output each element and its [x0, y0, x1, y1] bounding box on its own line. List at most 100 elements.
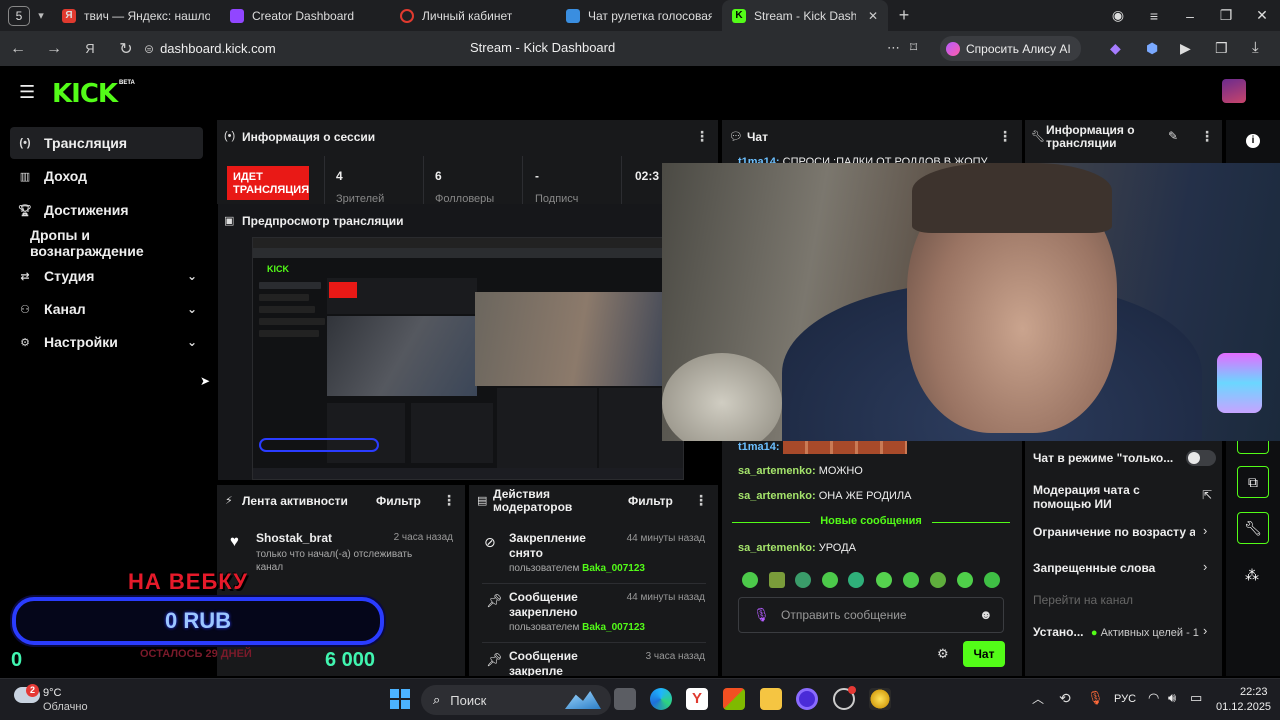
sidebar-item-achievements[interactable]: 🏆︎ Достижения: [10, 194, 203, 226]
more-options-icon[interactable]: ⋮: [695, 128, 709, 145]
browser-tab-active[interactable]: K Stream - Kick Dashboar ✕: [722, 0, 888, 31]
sidebar-item-drops[interactable]: Дропы и вознаграждение: [10, 227, 203, 259]
game-icon[interactable]: ◆: [1110, 40, 1121, 57]
tray-chevron-icon[interactable]: ︿: [1032, 690, 1044, 707]
back-icon[interactable]: ←: [0, 40, 36, 58]
reload-icon[interactable]: ↻: [108, 39, 144, 59]
tab-list-chevron-icon[interactable]: ▾: [30, 9, 52, 22]
banned-words-row[interactable]: Запрещенные слова: [1033, 561, 1155, 575]
minimize-icon[interactable]: –: [1172, 8, 1208, 24]
wifi-icon[interactable]: ◠: [1148, 690, 1159, 706]
emote-icon[interactable]: [876, 572, 892, 588]
yandex-browser-icon[interactable]: Y: [686, 688, 708, 710]
bookmark-icon[interactable]: ⌑: [910, 39, 917, 56]
emote-icon[interactable]: [984, 572, 1000, 588]
site-info-icon[interactable]: ⊜: [144, 42, 154, 56]
goals-row[interactable]: Устано... ● Активных целей - 1: [1033, 625, 1199, 639]
avatar[interactable]: [1222, 79, 1246, 103]
mod-filter-button[interactable]: Фильтр: [628, 494, 673, 508]
emote-icon[interactable]: [769, 572, 785, 588]
ask-alice-button[interactable]: Спросить Алису AI: [940, 36, 1081, 61]
layout-icon[interactable]: ⧉: [1237, 466, 1269, 498]
microphone-tray-icon[interactable]: 🎙︎: [1087, 690, 1104, 706]
ai-moderation-row[interactable]: Модерация чата с помощью ИИ: [1033, 483, 1183, 511]
weather-temp[interactable]: 9°C: [43, 687, 61, 699]
url-text[interactable]: dashboard.kick.com: [160, 41, 276, 56]
sidebar-item-studio[interactable]: ⇄ Студия ⌄: [10, 260, 203, 292]
info-icon[interactable]: i: [1246, 134, 1260, 148]
folder-icon[interactable]: [760, 688, 782, 710]
restore-icon[interactable]: ❐: [1208, 7, 1244, 24]
emote-icon[interactable]: [822, 572, 838, 588]
chat-username[interactable]: t1ma14:: [738, 441, 780, 453]
mod-user[interactable]: Baka_007123: [582, 563, 645, 574]
microphone-icon[interactable]: 🎙︎: [753, 607, 770, 623]
close-tab-icon[interactable]: ✕: [868, 9, 878, 23]
game-app-icon[interactable]: [869, 688, 891, 710]
go-to-channel-link[interactable]: Перейти на канал: [1033, 593, 1133, 607]
clock-date[interactable]: 01.12.2025: [1216, 701, 1271, 713]
chat-settings-icon[interactable]: ⚙: [937, 646, 949, 662]
sync-icon[interactable]: ⟲: [1059, 690, 1071, 707]
stream-preview-video[interactable]: KICK: [252, 237, 684, 480]
wrench-button-icon[interactable]: 🔧︎: [1237, 512, 1269, 544]
weather-text[interactable]: Облачно: [43, 701, 88, 713]
battery-icon[interactable]: ▭: [1190, 690, 1202, 706]
sidebar-item-channel[interactable]: ⚇ Канал ⌄: [10, 293, 203, 325]
external-link-icon[interactable]: ⇱: [1202, 488, 1212, 502]
taskbar-search[interactable]: ⌕ Поиск: [421, 685, 611, 715]
media-icon[interactable]: ▶: [1180, 40, 1191, 57]
chat-username[interactable]: sa_artemenko:: [738, 542, 816, 554]
emote-icon[interactable]: [795, 572, 811, 588]
age-restriction-row[interactable]: Ограничение по возрасту а: [1033, 525, 1195, 539]
tab-count-button[interactable]: 5: [8, 5, 30, 26]
hamburger-menu-icon[interactable]: ☰: [19, 82, 35, 103]
menu-icon[interactable]: ≡: [1136, 8, 1172, 24]
emote-icon[interactable]: [848, 572, 864, 588]
kick-logo[interactable]: KICK: [52, 79, 118, 109]
windows-start-icon[interactable]: [390, 689, 410, 709]
more-options-icon[interactable]: ⋮: [442, 492, 456, 509]
sidebar-item-broadcast[interactable]: (•) Трансляция: [10, 127, 203, 159]
collections-icon[interactable]: ❒: [1215, 40, 1228, 57]
clock-time[interactable]: 22:23: [1240, 686, 1268, 698]
volume-icon[interactable]: 🔊︎: [1168, 690, 1176, 706]
store-icon[interactable]: [723, 688, 745, 710]
emote-icon[interactable]: [930, 572, 946, 588]
chat-mode-row[interactable]: Чат в режиме "только...: [1033, 451, 1173, 465]
new-messages-divider[interactable]: Новые сообщения: [732, 515, 1010, 529]
yandex-home-icon[interactable]: Я: [72, 41, 108, 56]
sidebar-item-settings[interactable]: ⚙ Настройки ⌄: [10, 326, 203, 358]
more-options-icon[interactable]: ⋮: [694, 492, 708, 509]
shield-icon[interactable]: ⬢: [1146, 40, 1158, 57]
chat-username[interactable]: sa_artemenko:: [738, 490, 816, 502]
more-options-icon[interactable]: ⋮: [1200, 128, 1214, 145]
mod-user[interactable]: Baka_007123: [582, 622, 645, 633]
apps-icon[interactable]: ⁂: [1245, 567, 1259, 584]
more-icon[interactable]: ⋯: [887, 40, 900, 56]
language-indicator[interactable]: РУС: [1114, 693, 1136, 705]
activity-filter-button[interactable]: Фильтр: [376, 494, 421, 508]
activity-user[interactable]: Shostak_brat: [256, 531, 332, 545]
forward-icon[interactable]: →: [36, 40, 72, 58]
profile-icon[interactable]: ◉: [1100, 7, 1136, 24]
app-icon[interactable]: [796, 688, 818, 710]
browser-tab[interactable]: Личный кабинет: [390, 0, 556, 31]
edge-icon[interactable]: [650, 688, 672, 710]
browser-tab[interactable]: Чат рулетка голосовая —: [556, 0, 722, 31]
emote-icon[interactable]: [742, 572, 758, 588]
chat-mode-toggle[interactable]: [1186, 450, 1216, 466]
send-chat-button[interactable]: Чат: [963, 641, 1005, 667]
emote-icon[interactable]: [903, 572, 919, 588]
close-window-icon[interactable]: ✕: [1244, 7, 1280, 24]
task-view-icon[interactable]: [614, 688, 636, 710]
browser-tab[interactable]: Creator Dashboard: [220, 0, 390, 31]
emote-icon[interactable]: [957, 572, 973, 588]
download-icon[interactable]: ⤓: [1252, 39, 1259, 56]
more-options-icon[interactable]: ⋮: [998, 128, 1012, 145]
browser-tab[interactable]: Я твич — Яндекс: нашлось: [52, 0, 220, 31]
emoji-picker-icon[interactable]: ☻: [979, 607, 993, 622]
chat-input[interactable]: 🎙︎ Отправить сообщение ☻: [738, 597, 1004, 633]
chat-username[interactable]: sa_artemenko:: [738, 465, 816, 477]
edit-icon[interactable]: ✎: [1168, 129, 1178, 143]
